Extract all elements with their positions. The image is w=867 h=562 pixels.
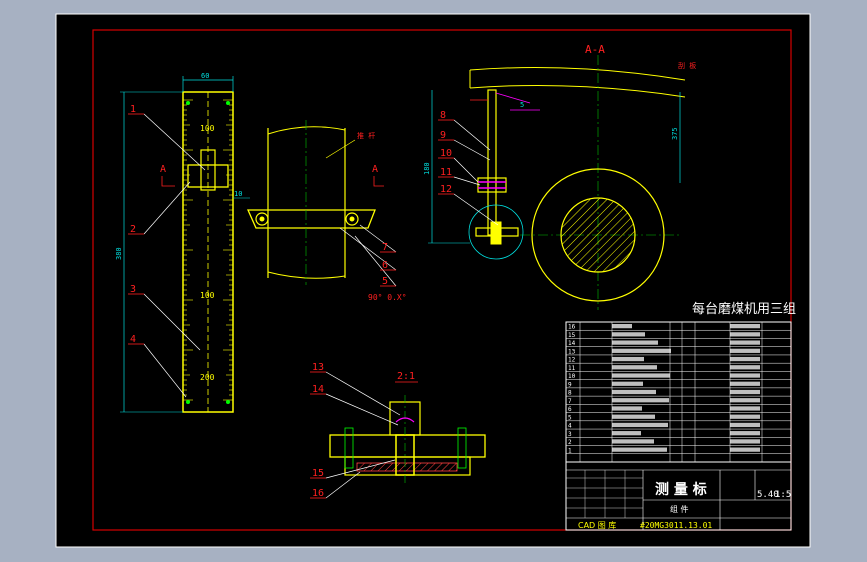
chain-note: 90° 0.X°: [368, 293, 407, 302]
bom-row-number: 15: [568, 332, 576, 339]
screw-hole: [226, 400, 230, 404]
bom-row-number: 8: [568, 390, 572, 397]
bom-row-number: 6: [568, 406, 572, 413]
sheet-count: 1:5: [775, 490, 791, 500]
bom-row-number: 4: [568, 423, 572, 430]
screw-hole: [186, 101, 190, 105]
balloon-label: 2: [130, 224, 136, 235]
ruler-offset-dim: 10: [234, 190, 242, 198]
bom-row-number: 11: [568, 365, 576, 372]
screw-hole: [226, 101, 230, 105]
cad-drawing: 100 100 200 60 380 10 A 推 杆 A 90° 0.X° A…: [55, 13, 811, 548]
height-dim-right: 375: [671, 127, 679, 140]
section-mark: A: [160, 164, 166, 175]
balloon-label: 14: [312, 384, 324, 395]
drawing-number: #20MG3011.13.01: [640, 521, 712, 530]
balloon-label: 8: [440, 110, 446, 121]
balloon-label: 10: [440, 148, 452, 159]
ruler-tick-label: 100: [200, 124, 215, 133]
arm-tag: 刮 板: [678, 61, 696, 70]
balloon-label: 3: [130, 284, 136, 295]
shaft-section: [560, 197, 636, 273]
part-tag: 推 杆: [357, 131, 375, 140]
balloon-label: 12: [440, 184, 452, 195]
bom-row-number: 2: [568, 439, 572, 446]
bom-row-number: 5: [568, 414, 572, 421]
ruler-height-dim: 380: [115, 247, 123, 260]
bom-row-number: 12: [568, 357, 576, 364]
balloon-label: 5: [382, 276, 388, 287]
detail-ref: 2:1: [397, 371, 415, 382]
height-dim-left: 180: [423, 162, 431, 175]
bom-row-number: 10: [568, 373, 576, 380]
balloon-label: 6: [382, 260, 388, 271]
balloon-label: 15: [312, 468, 324, 479]
screw-hole: [186, 400, 190, 404]
balloon-label: 9: [440, 130, 446, 141]
ruler-tick-label: 100: [200, 291, 215, 300]
balloon-label: 7: [382, 242, 388, 253]
bom-row-number: 3: [568, 431, 572, 438]
section-mark: A: [372, 164, 378, 175]
bom-row-number: 9: [568, 381, 572, 388]
bom-row-number: 14: [568, 340, 576, 347]
bom-row-number: 16: [568, 324, 576, 331]
balloon-label: 16: [312, 488, 324, 499]
ruler-width-dim: 60: [201, 72, 209, 80]
section-title: A-A: [585, 43, 605, 56]
balloon-label: 11: [440, 167, 452, 178]
balloon-label: 1: [130, 104, 136, 115]
ruler-tick-label: 200: [200, 373, 215, 382]
cad-label: CAD 图 库: [578, 520, 616, 530]
bom-row-number: 13: [568, 348, 576, 355]
bom-row-number: 1: [568, 447, 572, 454]
machine-note: 每台磨煤机用三组: [692, 301, 796, 317]
part-name: 测 量 标: [655, 481, 707, 498]
angle-dim: 5: [520, 101, 524, 109]
group-label: 组 件: [670, 504, 689, 514]
balloon-label: 13: [312, 362, 324, 373]
balloon-label: 4: [130, 334, 136, 345]
bom-row-number: 7: [568, 398, 572, 405]
